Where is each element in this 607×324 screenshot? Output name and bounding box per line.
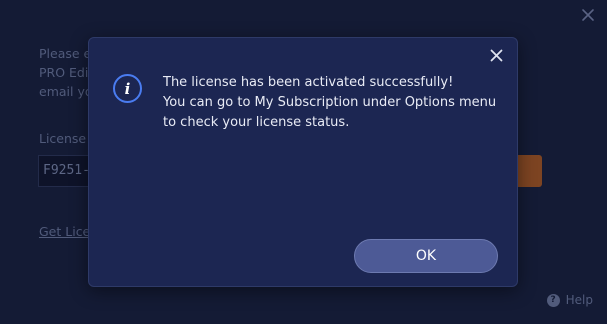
message-line: to check your license status. xyxy=(163,115,350,130)
help-label: Help xyxy=(565,293,593,307)
close-icon xyxy=(490,49,502,61)
activation-success-dialog: i The license has been activated success… xyxy=(88,37,518,287)
window-close-button[interactable] xyxy=(577,4,599,26)
help-icon: ? xyxy=(546,293,560,307)
info-icon: i xyxy=(113,74,142,103)
license-label: License xyxy=(39,131,87,146)
success-message: The license has been activated successfu… xyxy=(163,73,503,133)
message-line: The license has been activated successfu… xyxy=(163,75,454,90)
dialog-close-button[interactable] xyxy=(486,45,506,65)
ok-button[interactable]: OK xyxy=(354,239,498,273)
help-button[interactable]: ? Help xyxy=(546,293,593,307)
message-line: You can go to My Subscription under Opti… xyxy=(163,95,497,110)
get-license-link[interactable]: Get Lice xyxy=(39,224,90,239)
close-icon xyxy=(582,9,594,21)
